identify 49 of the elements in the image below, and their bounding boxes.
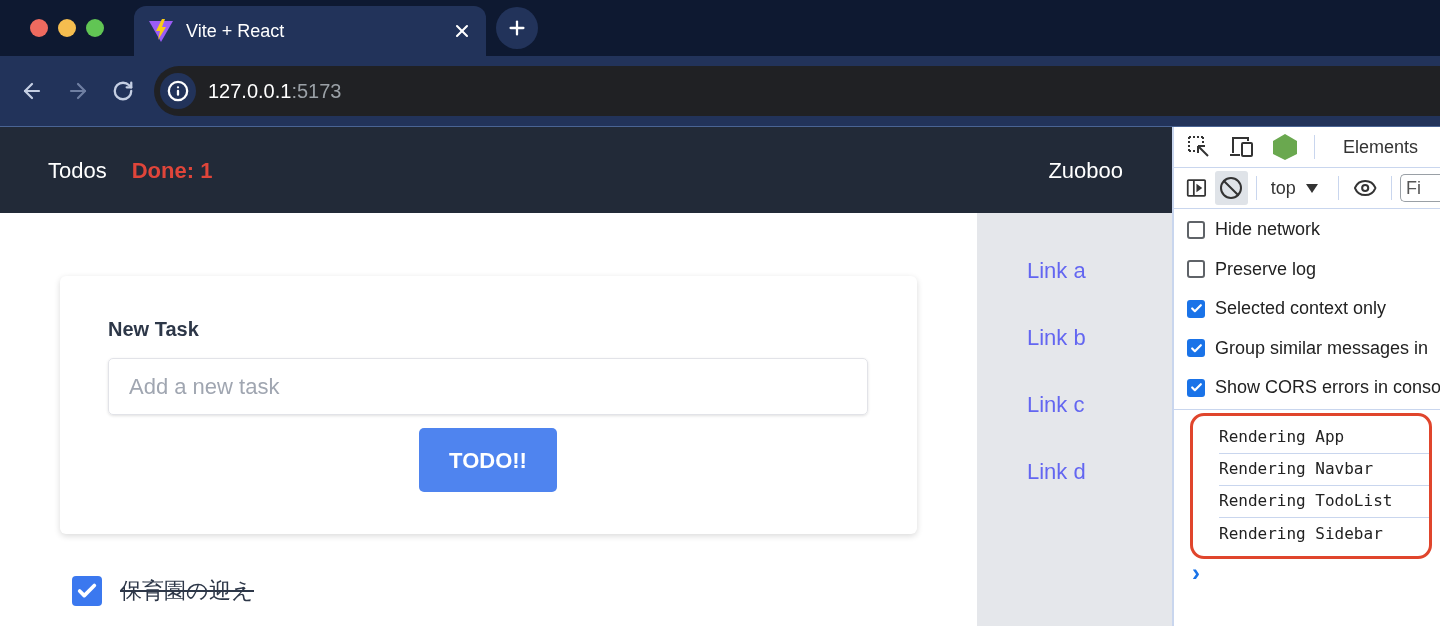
console-message: Rendering Sidebar	[1219, 522, 1384, 545]
vite-logo-icon	[148, 18, 174, 44]
setting-label: Show CORS errors in conso	[1215, 376, 1440, 400]
sidebar-link[interactable]: Link a	[1027, 257, 1086, 285]
url-text: 127.0.0.1:5173	[208, 79, 342, 104]
sidebar-link[interactable]: Link b	[1027, 324, 1086, 352]
site-info-button[interactable]	[160, 73, 196, 109]
hexagon-icon[interactable]	[1272, 133, 1298, 161]
console-message: Rendering Navbar	[1219, 453, 1429, 486]
new-tab-button[interactable]	[496, 7, 538, 49]
maximize-window-icon[interactable]	[86, 19, 104, 37]
user-name[interactable]: Zuoboo	[1048, 153, 1123, 187]
checkbox[interactable]	[1187, 299, 1205, 318]
context-selector[interactable]: top	[1264, 174, 1324, 202]
checkbox[interactable]	[1187, 339, 1205, 358]
setting-label: Hide network	[1215, 218, 1321, 242]
check-icon	[1189, 341, 1203, 355]
close-window-icon[interactable]	[30, 19, 48, 37]
clear-console-button[interactable]	[1214, 171, 1248, 205]
browser-tab[interactable]: Vite + React	[134, 6, 486, 56]
sidebar-link[interactable]: Link d	[1027, 458, 1086, 486]
setting-label: Group similar messages in	[1215, 336, 1429, 360]
sidebar-link[interactable]: Link c	[1027, 391, 1085, 419]
console-message: Rendering TodoList	[1219, 485, 1429, 518]
device-toolbar-icon[interactable]	[1228, 135, 1256, 159]
sidebar-toggle-icon[interactable]	[1186, 176, 1207, 200]
todo-text: 保育園の迎え	[120, 577, 254, 605]
devtools-tab[interactable]: Elements	[1343, 133, 1419, 161]
form-label: New Task	[108, 317, 200, 342]
checkbox[interactable]	[1187, 260, 1205, 279]
checkbox[interactable]	[1187, 220, 1205, 239]
console-prompt[interactable]: ›	[1192, 558, 1440, 587]
navbar-title[interactable]: Todos	[48, 153, 107, 187]
setting-label: Selected context only	[1215, 297, 1387, 321]
todo-button[interactable]: TODO!!	[419, 428, 557, 492]
tab-title: Vite + React	[186, 19, 286, 43]
console-message: Rendering App	[1219, 421, 1429, 454]
setting-label: Preserve log	[1215, 257, 1317, 281]
task-input[interactable]: Add a new task	[108, 358, 868, 415]
info-icon	[167, 80, 189, 102]
filter-field[interactable]: Fi	[1400, 174, 1440, 202]
minimize-window-icon[interactable]	[58, 19, 76, 37]
reload-icon[interactable]	[112, 80, 134, 102]
dropdown-caret-icon	[1305, 183, 1318, 193]
clear-icon	[1219, 176, 1244, 200]
address-bar[interactable]: 127.0.0.1:5173	[154, 66, 1440, 116]
todo-checkbox[interactable]	[72, 575, 102, 606]
checkbox[interactable]	[1187, 378, 1205, 397]
done-count: Done: 1	[131, 156, 213, 185]
